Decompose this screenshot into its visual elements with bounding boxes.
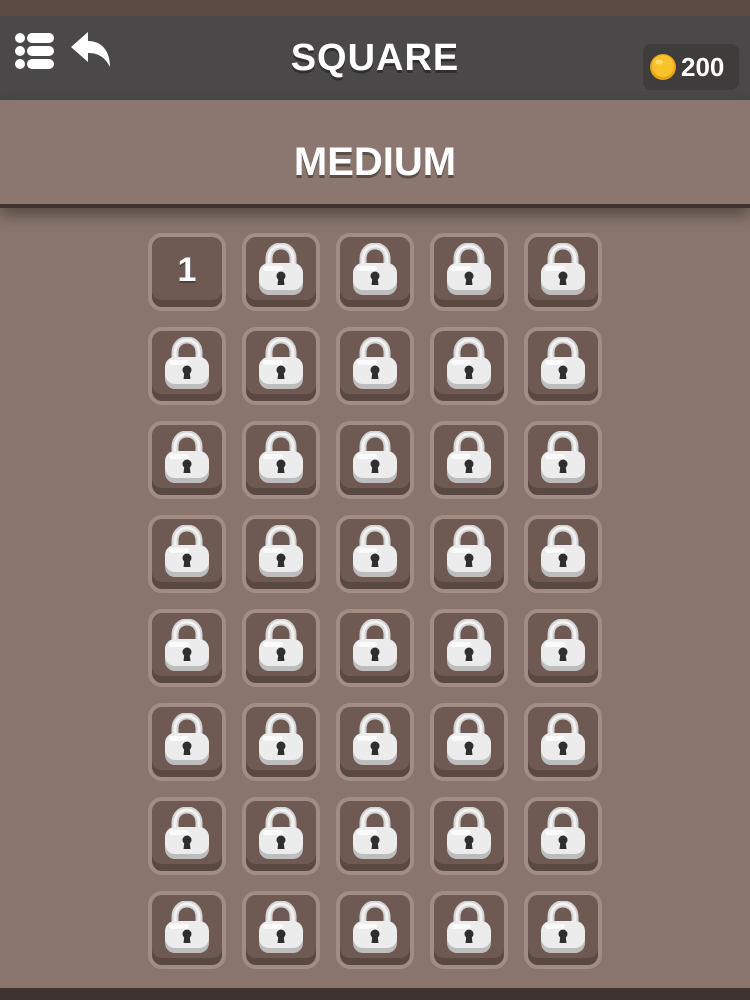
padlock-icon <box>353 525 397 577</box>
padlock-icon <box>541 243 585 295</box>
level-tile-locked[interactable] <box>524 515 602 593</box>
padlock-icon <box>259 713 303 765</box>
padlock-icon <box>541 337 585 389</box>
padlock-icon <box>259 337 303 389</box>
padlock-icon <box>541 713 585 765</box>
padlock-icon <box>353 619 397 671</box>
level-tile-locked[interactable] <box>430 233 508 311</box>
padlock-icon <box>447 901 491 953</box>
level-tile-locked[interactable] <box>148 797 226 875</box>
padlock-icon <box>259 431 303 483</box>
level-tile-locked[interactable] <box>148 703 226 781</box>
padlock-icon <box>259 901 303 953</box>
padlock-icon <box>353 431 397 483</box>
level-tile-locked[interactable] <box>242 703 320 781</box>
level-tile-locked[interactable] <box>242 891 320 969</box>
padlock-icon <box>165 807 209 859</box>
padlock-icon <box>447 619 491 671</box>
level-tile-locked[interactable] <box>524 797 602 875</box>
level-tile-locked[interactable] <box>430 421 508 499</box>
padlock-icon <box>165 431 209 483</box>
level-tile-locked[interactable] <box>524 703 602 781</box>
padlock-icon <box>447 807 491 859</box>
level-tile-locked[interactable] <box>242 797 320 875</box>
level-tile-locked[interactable] <box>524 327 602 405</box>
padlock-icon <box>447 713 491 765</box>
level-tile-locked[interactable] <box>430 797 508 875</box>
level-number: 1 <box>177 251 197 289</box>
level-tile-locked[interactable] <box>524 233 602 311</box>
level-tile-locked[interactable] <box>242 421 320 499</box>
level-tile-locked[interactable] <box>148 609 226 687</box>
padlock-icon <box>541 619 585 671</box>
padlock-icon <box>447 243 491 295</box>
padlock-icon <box>353 807 397 859</box>
level-tile-locked[interactable] <box>336 233 414 311</box>
level-tile[interactable]: 1 <box>148 233 226 311</box>
level-tile-locked[interactable] <box>336 609 414 687</box>
padlock-icon <box>541 431 585 483</box>
level-tile-locked[interactable] <box>336 797 414 875</box>
level-grid: 1 <box>0 0 750 1000</box>
padlock-icon <box>165 525 209 577</box>
padlock-icon <box>353 901 397 953</box>
level-tile-locked[interactable] <box>148 327 226 405</box>
padlock-icon <box>165 337 209 389</box>
level-tile-locked[interactable] <box>524 609 602 687</box>
level-tile-locked[interactable] <box>430 703 508 781</box>
padlock-icon <box>165 713 209 765</box>
level-select-screen: SQUARE 200 MEDIUM 1 <box>0 0 750 1000</box>
bottom-strip <box>0 988 750 1000</box>
level-tile-locked[interactable] <box>430 891 508 969</box>
level-tile-locked[interactable] <box>336 703 414 781</box>
padlock-icon <box>353 243 397 295</box>
padlock-icon <box>353 713 397 765</box>
level-tile-locked[interactable] <box>430 515 508 593</box>
padlock-icon <box>447 337 491 389</box>
padlock-icon <box>447 431 491 483</box>
level-tile-locked[interactable] <box>336 327 414 405</box>
level-tile-locked[interactable] <box>430 327 508 405</box>
level-tile-locked[interactable] <box>148 515 226 593</box>
padlock-icon <box>447 525 491 577</box>
level-tile-locked[interactable] <box>524 421 602 499</box>
padlock-icon <box>259 619 303 671</box>
level-tile-locked[interactable] <box>148 421 226 499</box>
level-tile-locked[interactable] <box>336 891 414 969</box>
level-tile-locked[interactable] <box>336 421 414 499</box>
padlock-icon <box>165 619 209 671</box>
padlock-icon <box>165 901 209 953</box>
level-tile-locked[interactable] <box>242 515 320 593</box>
level-tile-locked[interactable] <box>242 327 320 405</box>
padlock-icon <box>541 525 585 577</box>
padlock-icon <box>541 901 585 953</box>
padlock-icon <box>541 807 585 859</box>
level-tile-locked[interactable] <box>242 233 320 311</box>
level-tile-locked[interactable] <box>524 891 602 969</box>
padlock-icon <box>259 525 303 577</box>
padlock-icon <box>259 807 303 859</box>
level-tile-locked[interactable] <box>148 891 226 969</box>
level-tile-locked[interactable] <box>336 515 414 593</box>
level-tile-locked[interactable] <box>430 609 508 687</box>
padlock-icon <box>353 337 397 389</box>
padlock-icon <box>259 243 303 295</box>
level-tile-locked[interactable] <box>242 609 320 687</box>
